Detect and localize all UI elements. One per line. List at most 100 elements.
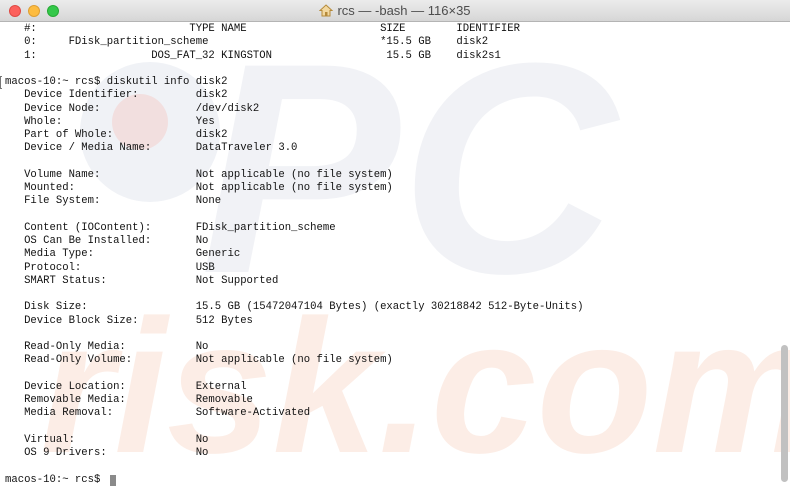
info-value: No — [195, 235, 209, 247]
info-label: Part of Whole: — [24, 129, 114, 141]
info-value: Software-Activated — [195, 407, 311, 420]
info-label: Read-Only Media: — [24, 341, 126, 353]
info-value: 512 Bytes — [195, 314, 253, 327]
partition-num: 0: — [24, 36, 37, 49]
partition-type: FDisk_partition_scheme — [68, 36, 209, 49]
mark-bracket — [0, 76, 2, 89]
col-size: SIZE — [380, 23, 406, 35]
info-row: Device Block Size: 512 Bytes — [5, 315, 775, 328]
info-value: External — [195, 380, 247, 393]
info-row: SMART Status: Not Supported — [5, 275, 775, 288]
partition-identifier: disk2 — [456, 36, 489, 49]
partition-row: 1: DOS_FAT_32 KINGSTON 15.5 GB disk2s1 — [5, 50, 775, 63]
info-value: USB — [195, 261, 215, 274]
info-row: Virtual: No — [5, 434, 775, 447]
info-row: Whole: Yes — [5, 116, 775, 129]
text-cursor — [109, 474, 116, 486]
info-label: Media Type: — [24, 248, 94, 261]
info-value: Not applicable (no file system) — [195, 182, 393, 194]
info-row: Content (IOContent): FDisk_partition_sche… — [5, 222, 775, 235]
partition-header: #: TYPE NAME SIZE IDENTIFIER — [5, 23, 775, 36]
info-row: Read-Only Volume: Not applicable (no file… — [5, 354, 775, 367]
col-type: TYPE — [189, 23, 215, 35]
info-label: OS 9 Drivers: — [24, 447, 107, 459]
info-value: DataTraveler 3.0 — [195, 142, 298, 155]
window-title-text: rcs — -bash — 116×35 — [337, 3, 471, 18]
info-value: Not Supported — [195, 274, 279, 287]
window-title: rcs — -bash — 116×35 — [0, 3, 790, 18]
scrollbar-thumb[interactable] — [781, 345, 788, 482]
info-value: None — [195, 195, 222, 208]
info-label: Whole: — [24, 115, 63, 128]
info-label: Content (IOContent): — [24, 221, 152, 234]
partition-name: KINGSTON — [221, 49, 272, 62]
info-label: Removable Media: — [24, 394, 126, 406]
col-num: #: — [24, 23, 37, 35]
info-label: Media Removal: — [24, 407, 114, 420]
info-label: SMART Status: — [24, 274, 107, 287]
info-value: Removable — [195, 394, 253, 406]
partition-row: 0: FDisk_partition_scheme *15.5 GB disk2 — [5, 36, 775, 49]
info-row: Volume Name: Not applicable (no file syst… — [5, 169, 775, 182]
info-label: Device Block Size: — [24, 314, 139, 327]
info-value: No — [195, 447, 209, 459]
partition-type: DOS_FAT_32 — [151, 49, 215, 62]
info-row: Device Node: /dev/disk2 — [5, 103, 775, 116]
partition-size: *15.5 GB — [380, 36, 431, 49]
info-value: 15.5 GB (15472047104 Bytes) (exactly 302… — [195, 301, 584, 314]
partition-size: 15.5 GB — [386, 49, 431, 62]
info-row: Media Removal: Software-Activated — [5, 407, 775, 420]
info-label: Mounted: — [24, 182, 75, 194]
info-label: Disk Size: — [24, 301, 88, 314]
info-value: FDisk_partition_scheme — [195, 221, 336, 234]
info-value: disk2 — [195, 129, 228, 141]
partition-identifier: disk2s1 — [456, 49, 501, 62]
info-row: Read-Only Media: No — [5, 341, 775, 354]
info-label: Device Node: — [24, 102, 101, 115]
command-line: macos-10:~ rcs$ diskutil info disk2 — [5, 76, 775, 89]
info-row: OS Can Be Installed: No — [5, 235, 775, 248]
info-label: File System: — [24, 195, 101, 208]
info-label: Volume Name: — [24, 168, 101, 181]
info-value: No — [195, 341, 209, 353]
info-value: Generic — [195, 248, 241, 261]
info-row: Device Identifier: disk2 — [5, 89, 775, 102]
info-label: Read-Only Volume: — [24, 354, 133, 367]
info-label: Device Identifier: — [24, 89, 139, 102]
shell-prompt: macos-10:~ rcs$ — [5, 473, 101, 486]
info-row: Disk Size: 15.5 GB (15472047104 Bytes) (e… — [5, 301, 775, 314]
info-row: Device / Media Name: DataTraveler 3.0 — [5, 142, 775, 155]
info-row: Mounted: Not applicable (no file system) — [5, 182, 775, 195]
info-label: Protocol: — [24, 261, 82, 274]
partition-num: 1: — [24, 49, 37, 62]
info-row: Media Type: Generic — [5, 248, 775, 261]
info-value: Yes — [195, 115, 215, 128]
info-row: OS 9 Drivers: No — [5, 447, 775, 460]
scrollbar[interactable] — [779, 23, 790, 494]
info-value: Not applicable (no file system) — [195, 168, 393, 181]
info-label: OS Can Be Installed: — [24, 235, 152, 247]
info-value: No — [195, 433, 209, 446]
info-value: disk2 — [195, 89, 228, 102]
home-folder-icon — [319, 4, 334, 17]
command-prompt: macos-10:~ rcs$ diskutil info disk2 — [5, 76, 228, 88]
prompt-line: macos-10:~ rcs$ — [5, 474, 775, 487]
col-name: NAME — [221, 23, 247, 35]
terminal-output[interactable]: #: TYPE NAME SIZE IDENTIFIER 0: FDisk_partitio… — [5, 23, 775, 494]
info-row: Removable Media: Removable — [5, 394, 775, 407]
info-row: File System: None — [5, 195, 775, 208]
info-label: Device / Media Name: — [24, 142, 152, 155]
info-row: Part of Whole: disk2 — [5, 129, 775, 142]
info-row: Device Location: External — [5, 381, 775, 394]
info-row: Protocol: USB — [5, 262, 775, 275]
title-bar[interactable]: rcs — -bash — 116×35 — [0, 0, 790, 22]
info-label: Virtual: — [24, 433, 75, 446]
